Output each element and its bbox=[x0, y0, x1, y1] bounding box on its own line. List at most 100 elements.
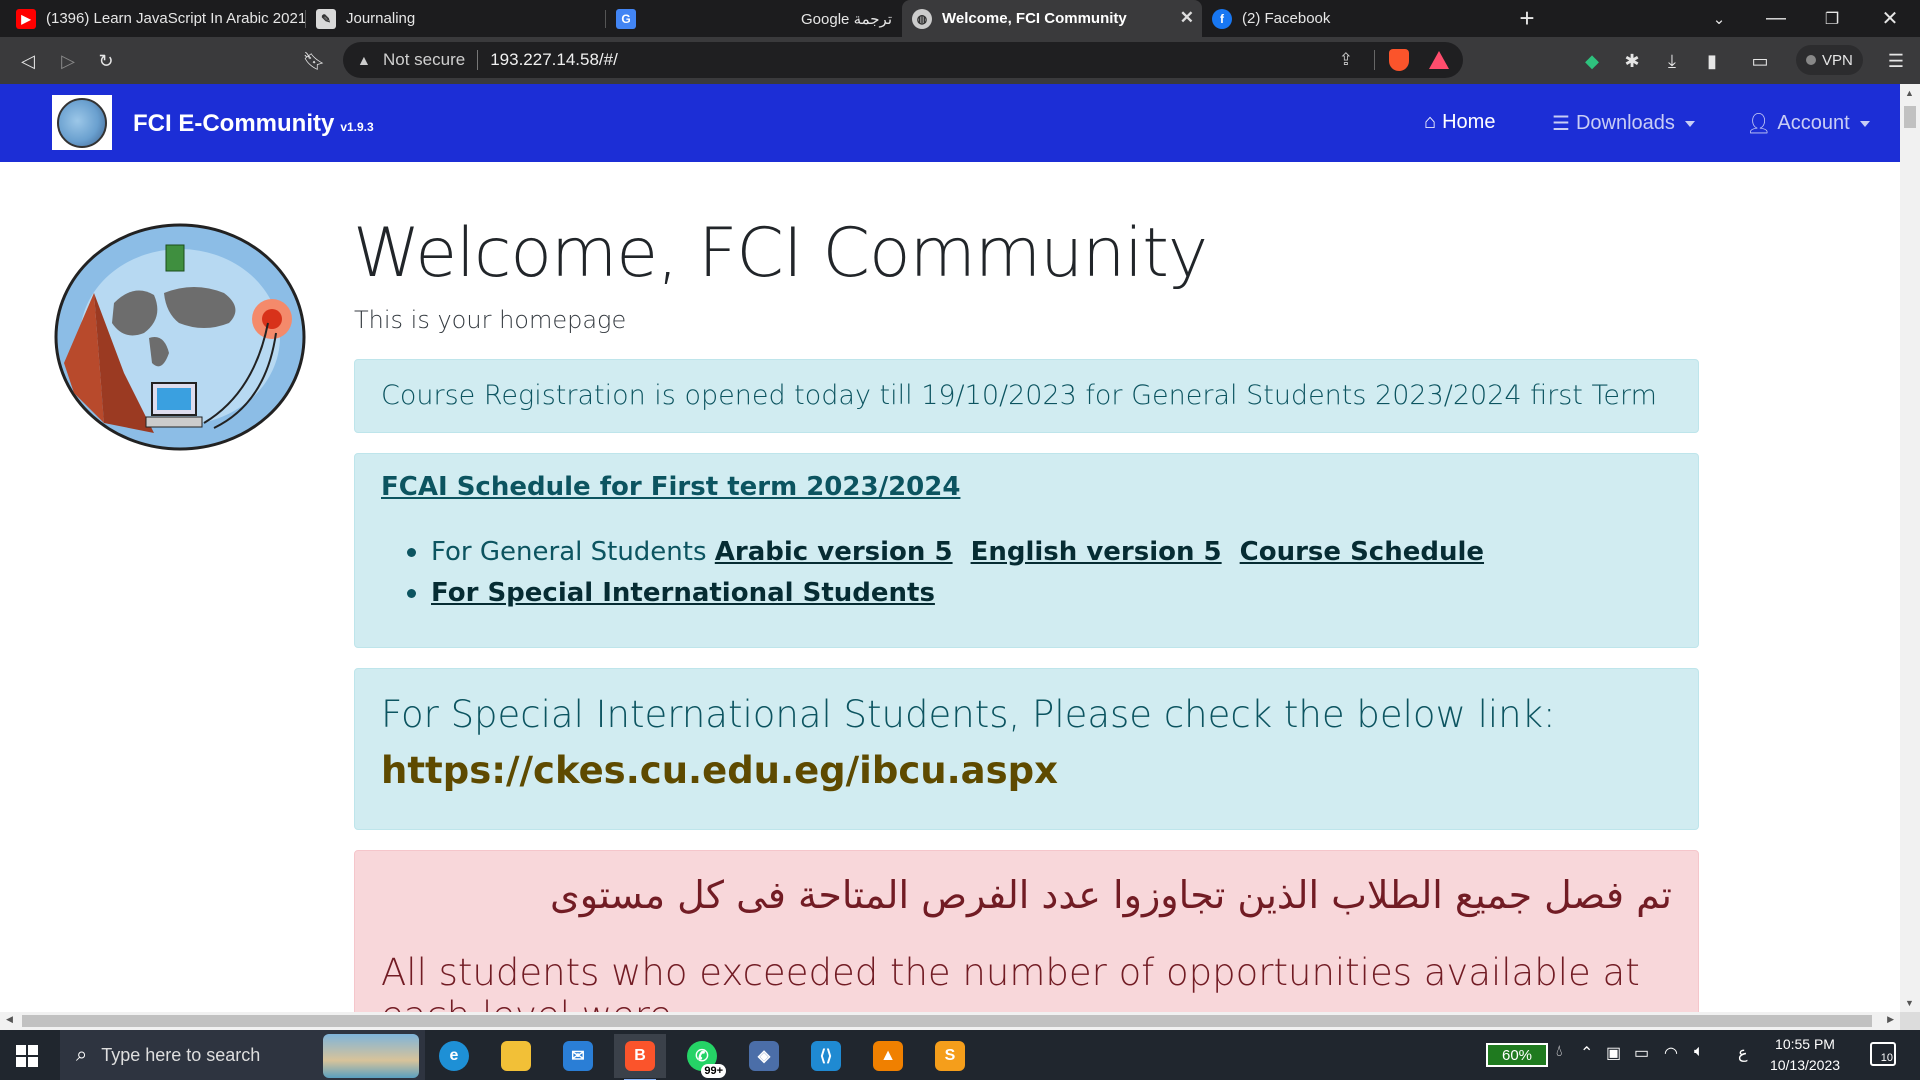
vpn-status-icon bbox=[1806, 55, 1816, 65]
english-version-link[interactable]: English version 5 bbox=[971, 537, 1222, 567]
search-highlight-image bbox=[323, 1034, 419, 1078]
arabic-version-link[interactable]: Arabic version 5 bbox=[715, 537, 953, 567]
close-tab-icon[interactable]: ✕ bbox=[1180, 8, 1194, 28]
notification-count: 10 bbox=[1880, 1052, 1893, 1064]
taskbar-search[interactable]: ⌕ Type here to search bbox=[60, 1030, 425, 1080]
ibcu-link[interactable]: https://ckes.cu.edu.eg/ibcu.aspx bbox=[381, 749, 1058, 792]
scroll-left-icon[interactable]: ◀ bbox=[6, 1014, 13, 1025]
new-tab-button[interactable]: + bbox=[1510, 0, 1544, 37]
bookmark-icon[interactable]: 🔖︎ bbox=[300, 47, 328, 75]
tab-facebook[interactable]: f (2) Facebook bbox=[1202, 0, 1500, 37]
taskbar-mail[interactable]: ✉ bbox=[552, 1034, 604, 1078]
language-indicator[interactable]: ع bbox=[1738, 1043, 1748, 1063]
nav-home-label: Home bbox=[1442, 111, 1496, 133]
battery-icon[interactable]: ▭ bbox=[1634, 1043, 1649, 1063]
nav-downloads[interactable]: ☰ Downloads bbox=[1552, 111, 1695, 136]
dismissal-arabic-text: تم فصل جميع الطلاب الذين تجاوزوا عدد الف… bbox=[549, 873, 1672, 917]
scroll-up-icon[interactable]: ▲ bbox=[1905, 88, 1914, 98]
url-text[interactable]: 193.227.14.58/#/ bbox=[490, 50, 618, 70]
back-button[interactable]: ◁ bbox=[14, 47, 42, 75]
caret-down-icon bbox=[1684, 120, 1695, 127]
taskbar-virtualbox[interactable]: ◈ bbox=[738, 1034, 790, 1078]
forward-button[interactable]: ▷ bbox=[54, 47, 82, 75]
tab-youtube[interactable]: ▶ (1396) Learn JavaScript In Arabic 2021 bbox=[6, 0, 306, 37]
schedule-title-link[interactable]: FCAI Schedule for First term 2023/2024 bbox=[381, 472, 960, 502]
vertical-scrollbar[interactable]: ▲ ▼ bbox=[1900, 84, 1920, 1012]
scroll-down-icon[interactable]: ▼ bbox=[1905, 998, 1914, 1008]
scroll-thumb[interactable] bbox=[1904, 106, 1916, 128]
restore-button[interactable]: ❐ bbox=[1812, 0, 1852, 37]
notification-center-icon[interactable]: 10 bbox=[1870, 1042, 1896, 1066]
tab-google-translate[interactable]: G Google ترجمة bbox=[606, 0, 902, 37]
journal-icon: ✎ bbox=[316, 8, 336, 29]
downloads-icon[interactable]: ⤓ bbox=[1658, 47, 1686, 75]
faculty-logo bbox=[54, 223, 306, 451]
version-label: v1.9.3 bbox=[340, 120, 374, 134]
taskbar-file-explorer[interactable] bbox=[490, 1034, 542, 1078]
close-window-button[interactable]: ✕ bbox=[1870, 0, 1910, 37]
search-icon: ⌕ bbox=[76, 1043, 88, 1066]
page-viewport: FCI E-Community v1.9.3 ⌂ Home ☰ Downloads… bbox=[0, 84, 1900, 1012]
course-schedule-link[interactable]: Course Schedule bbox=[1240, 537, 1484, 567]
dismissal-alert: تم فصل جميع الطلاب الذين تجاوزوا عدد الف… bbox=[354, 850, 1699, 1012]
sidebar-icon[interactable]: ▮ bbox=[1698, 47, 1726, 75]
taskbar-vlc[interactable]: ▲ bbox=[862, 1034, 914, 1078]
registration-alert: Course Registration is opened today till… bbox=[354, 359, 1699, 433]
international-text: For Special International Students, Plea… bbox=[381, 693, 1556, 736]
list-item: For Special International Students bbox=[405, 573, 1502, 614]
brave-rewards-icon[interactable] bbox=[1429, 51, 1449, 69]
nav-account[interactable]: 👤︎ Account bbox=[1746, 111, 1870, 136]
windows-taskbar: ⌕ Type here to search e ✉ B ✆ 99+ ◈ ⟨⟩ ▲… bbox=[0, 1030, 1920, 1080]
extensions-icon[interactable]: ✱ bbox=[1618, 47, 1646, 75]
battery-indicator[interactable]: 60% bbox=[1486, 1043, 1548, 1067]
menu-icon[interactable]: ☰ bbox=[1882, 47, 1910, 75]
brand-logo[interactable] bbox=[52, 95, 112, 150]
tab-search-chevron-icon[interactable]: ⌄ bbox=[1702, 0, 1736, 37]
user-icon: 👤︎ bbox=[1746, 113, 1772, 135]
special-international-link[interactable]: For Special International Students bbox=[431, 578, 935, 608]
drop-icon[interactable]: 💧︎ bbox=[1556, 1043, 1562, 1061]
page-subtitle: This is your homepage bbox=[354, 306, 627, 334]
tab-journaling[interactable]: ✎ Journaling bbox=[306, 0, 606, 37]
horizontal-scrollbar[interactable]: ◀ ▶ bbox=[0, 1012, 1900, 1030]
scroll-thumb[interactable] bbox=[22, 1015, 1872, 1027]
whatsapp-badge: 99+ bbox=[701, 1064, 726, 1078]
address-bar[interactable]: ▲ Not secure 193.227.14.58/#/ ⇪ bbox=[343, 42, 1463, 78]
taskbar-sublime[interactable]: S bbox=[924, 1034, 976, 1078]
tab-fci-community[interactable]: ◍ Welcome, FCI Community ✕ bbox=[902, 0, 1202, 37]
vpn-button[interactable]: VPN bbox=[1796, 45, 1863, 75]
mail-icon: ✉ bbox=[563, 1041, 593, 1071]
taskbar-edge[interactable]: e bbox=[428, 1034, 480, 1078]
reload-button[interactable]: ↻ bbox=[92, 47, 120, 75]
vpn-label: VPN bbox=[1822, 51, 1853, 69]
brave-icon: B bbox=[625, 1041, 655, 1071]
device-icon[interactable]: ▣ bbox=[1606, 1043, 1621, 1063]
page-title: Welcome, FCI Community bbox=[353, 214, 1208, 293]
tab-title: (1396) Learn JavaScript In Arabic 2021 bbox=[46, 10, 306, 27]
wifi-icon[interactable]: ◠ bbox=[1664, 1043, 1678, 1063]
taskbar-vscode[interactable]: ⟨⟩ bbox=[800, 1034, 852, 1078]
tab-title: (2) Facebook bbox=[1242, 10, 1331, 27]
minimize-button[interactable]: — bbox=[1756, 0, 1796, 37]
chevron-up-icon[interactable]: ⌃ bbox=[1580, 1043, 1593, 1063]
nav-home[interactable]: ⌂ Home bbox=[1424, 111, 1495, 134]
list-item: For General Students Arabic version 5 Eng… bbox=[405, 532, 1502, 573]
taskbar-whatsapp[interactable]: ✆ 99+ bbox=[676, 1034, 728, 1078]
start-button[interactable] bbox=[16, 1045, 38, 1067]
clock[interactable]: 10:55 PM 10/13/2023 bbox=[1760, 1034, 1850, 1076]
sublime-icon: S bbox=[935, 1041, 965, 1071]
volume-icon[interactable]: 🔈︎ bbox=[1694, 1043, 1704, 1061]
share-icon[interactable]: ⇪ bbox=[1339, 50, 1353, 70]
taskbar-brave[interactable]: B bbox=[614, 1034, 666, 1080]
tab-strip: ▶ (1396) Learn JavaScript In Arabic 2021… bbox=[0, 0, 1920, 37]
grammarly-extension-icon[interactable]: ◆ bbox=[1578, 47, 1606, 75]
list-icon: ☰ bbox=[1552, 113, 1570, 135]
scroll-right-icon[interactable]: ▶ bbox=[1887, 1014, 1894, 1025]
registration-text: Course Registration is opened today till… bbox=[381, 380, 1657, 411]
edge-icon: e bbox=[439, 1041, 469, 1071]
wallet-icon[interactable]: ▭ bbox=[1746, 47, 1774, 75]
browser-toolbar: ◁ ▷ ↻ 🔖︎ ▲ Not secure 193.227.14.58/#/ ⇪… bbox=[0, 37, 1920, 84]
brave-shields-icon[interactable] bbox=[1389, 49, 1409, 71]
brand-name[interactable]: FCI E-Community v1.9.3 bbox=[133, 110, 374, 138]
vscode-icon: ⟨⟩ bbox=[811, 1041, 841, 1071]
